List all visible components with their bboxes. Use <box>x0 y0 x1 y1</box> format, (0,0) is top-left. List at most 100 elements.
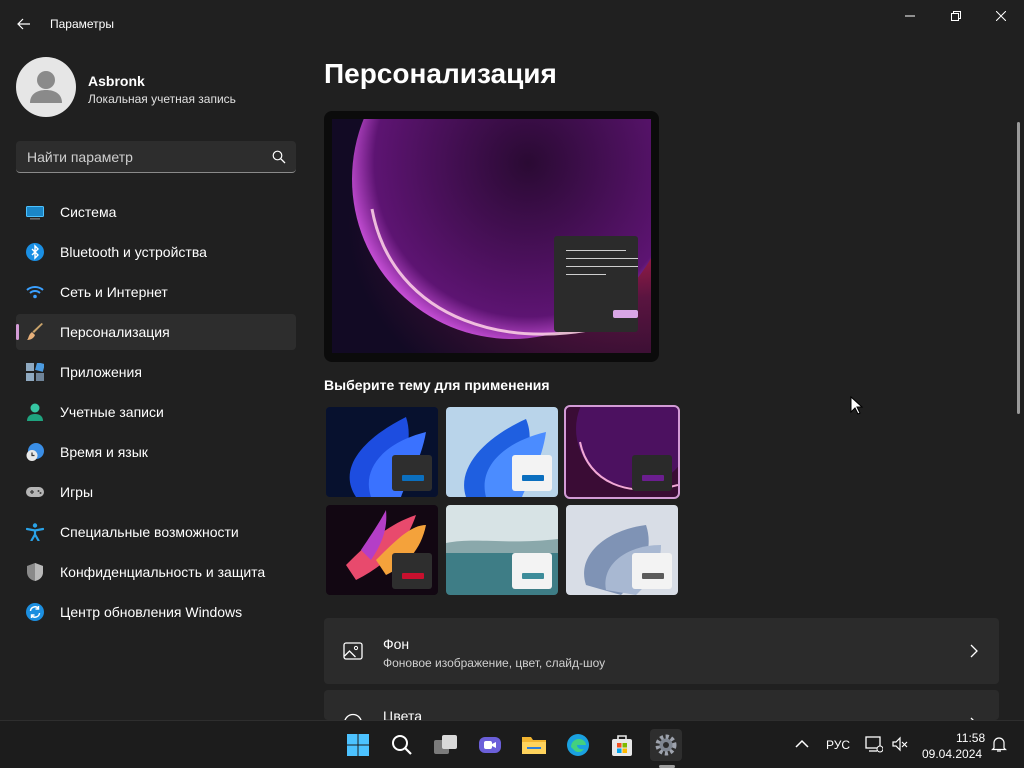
theme-preview-chip <box>392 455 432 491</box>
theme-accent-bar <box>522 475 544 481</box>
sidebar-item-gaming[interactable]: Игры <box>16 474 296 510</box>
page-title: Персонализация <box>324 58 557 89</box>
search-box[interactable] <box>16 141 296 173</box>
themes-section-label: Выберите тему для применения <box>324 377 550 393</box>
meet-icon <box>479 737 501 753</box>
search-input[interactable] <box>16 141 264 172</box>
sidebar-item-label: Сеть и Интернет <box>60 284 168 300</box>
taskbar-search-button[interactable] <box>386 729 418 761</box>
volume-muted-icon[interactable] <box>891 735 909 753</box>
file-explorer-button[interactable] <box>518 729 550 761</box>
start-button[interactable] <box>342 729 374 761</box>
themes-grid <box>324 405 682 597</box>
theme-captured-motion[interactable] <box>326 505 438 595</box>
scrollbar-thumb[interactable] <box>1017 122 1020 414</box>
store-icon <box>612 735 632 756</box>
bluetooth-icon <box>26 243 44 261</box>
sidebar-item-label: Время и язык <box>60 444 148 460</box>
preview-wallpaper <box>332 119 651 353</box>
sidebar-item-label: Конфиденциальность и защита <box>60 564 266 580</box>
search-icon <box>392 735 412 755</box>
avatar[interactable] <box>16 57 76 117</box>
close-icon <box>996 11 1006 21</box>
card-title: Фон <box>383 636 410 652</box>
task-view-button[interactable] <box>430 729 462 761</box>
taskbar <box>0 720 1024 768</box>
theme-preview-chip <box>632 553 672 589</box>
sidebar-item-label: Персонализация <box>60 324 170 340</box>
sidebar-item-label: Игры <box>60 484 94 500</box>
sidebar-item-time-language[interactable]: Время и язык <box>16 434 296 470</box>
theme-accent-bar <box>522 573 544 579</box>
theme-preview-chip <box>392 553 432 589</box>
preview-text-line <box>566 266 638 267</box>
picture-icon <box>343 642 363 660</box>
sidebar-item-personalization[interactable]: Персонализация <box>16 314 296 350</box>
sidebar-item-label: Учетные записи <box>60 404 164 420</box>
palette-icon <box>344 713 362 720</box>
sidebar-item-privacy[interactable]: Конфиденциальность и защита <box>16 554 296 590</box>
sidebar-item-accounts[interactable]: Учетные записи <box>16 394 296 430</box>
shield-icon <box>27 563 43 581</box>
theme-accent-bar <box>402 475 424 481</box>
apps-icon <box>26 363 44 381</box>
profile-account-type: Локальная учетная запись <box>88 92 236 106</box>
sidebar-item-network[interactable]: Сеть и Интернет <box>16 274 296 310</box>
back-arrow-icon <box>17 18 30 30</box>
edge-button[interactable] <box>562 729 594 761</box>
teams-meet-button[interactable] <box>474 729 506 761</box>
minimize-icon <box>905 15 915 17</box>
settings-taskbar-button[interactable] <box>650 729 682 761</box>
theme-preview <box>324 111 659 362</box>
person-icon <box>27 403 43 421</box>
gamepad-icon <box>26 487 44 497</box>
sidebar-item-windows-update[interactable]: Центр обновления Windows <box>16 594 296 630</box>
back-button[interactable] <box>12 12 36 36</box>
accessibility-icon <box>26 523 44 541</box>
sidebar-item-bluetooth[interactable]: Bluetooth и устройства <box>16 234 296 270</box>
user-silhouette-icon <box>30 71 62 103</box>
chevron-up-icon[interactable] <box>793 735 811 753</box>
update-icon <box>26 603 44 621</box>
preview-accent-button <box>613 310 638 318</box>
preview-window-sample <box>554 236 638 332</box>
close-button[interactable] <box>978 0 1024 32</box>
start-icon <box>347 734 369 756</box>
background-settings-card[interactable]: Фон Фоновое изображение, цвет, слайд-шоу <box>324 618 999 684</box>
theme-accent-bar <box>642 475 664 481</box>
sidebar-item-accessibility[interactable]: Специальные возможности <box>16 514 296 550</box>
sidebar-item-system[interactable]: Система <box>16 194 296 230</box>
theme-glow[interactable] <box>564 405 680 499</box>
globe-clock-icon <box>26 443 44 461</box>
preview-text-line <box>566 258 638 259</box>
sidebar-item-label: Центр обновления Windows <box>60 604 243 620</box>
notification-bell-icon[interactable] <box>990 735 1008 753</box>
theme-windows-dark[interactable] <box>326 407 438 497</box>
sidebar-item-label: Bluetooth и устройства <box>60 244 207 260</box>
theme-flow[interactable] <box>566 505 678 595</box>
network-display-icon[interactable] <box>865 735 883 753</box>
chevron-right-icon <box>970 644 978 658</box>
search-icon[interactable] <box>272 150 286 164</box>
store-button[interactable] <box>606 729 638 761</box>
app-title: Параметры <box>50 17 114 31</box>
file-explorer-icon <box>522 737 546 754</box>
sidebar-item-label: Приложения <box>60 364 142 380</box>
mouse-cursor-icon <box>850 396 864 415</box>
minimize-button[interactable] <box>887 0 933 32</box>
clock-time[interactable]: 11:58 <box>956 731 985 745</box>
profile-name: Asbronk <box>88 73 145 89</box>
language-indicator[interactable]: РУС <box>826 738 850 752</box>
colors-settings-card[interactable]: Цвета <box>324 690 999 720</box>
theme-windows-light[interactable] <box>446 407 558 497</box>
card-title: Цвета <box>383 708 422 720</box>
theme-accent-bar <box>402 573 424 579</box>
restore-icon <box>951 11 961 21</box>
settings-window: Параметры Asbronk Локальная учетная запи… <box>0 0 1024 720</box>
clock-date[interactable]: 09.04.2024 <box>922 747 982 761</box>
restore-button[interactable] <box>933 0 979 32</box>
sidebar-item-apps[interactable]: Приложения <box>16 354 296 390</box>
theme-sunrise[interactable] <box>446 505 558 595</box>
preview-text-line <box>566 274 606 275</box>
theme-accent-bar <box>642 573 664 579</box>
